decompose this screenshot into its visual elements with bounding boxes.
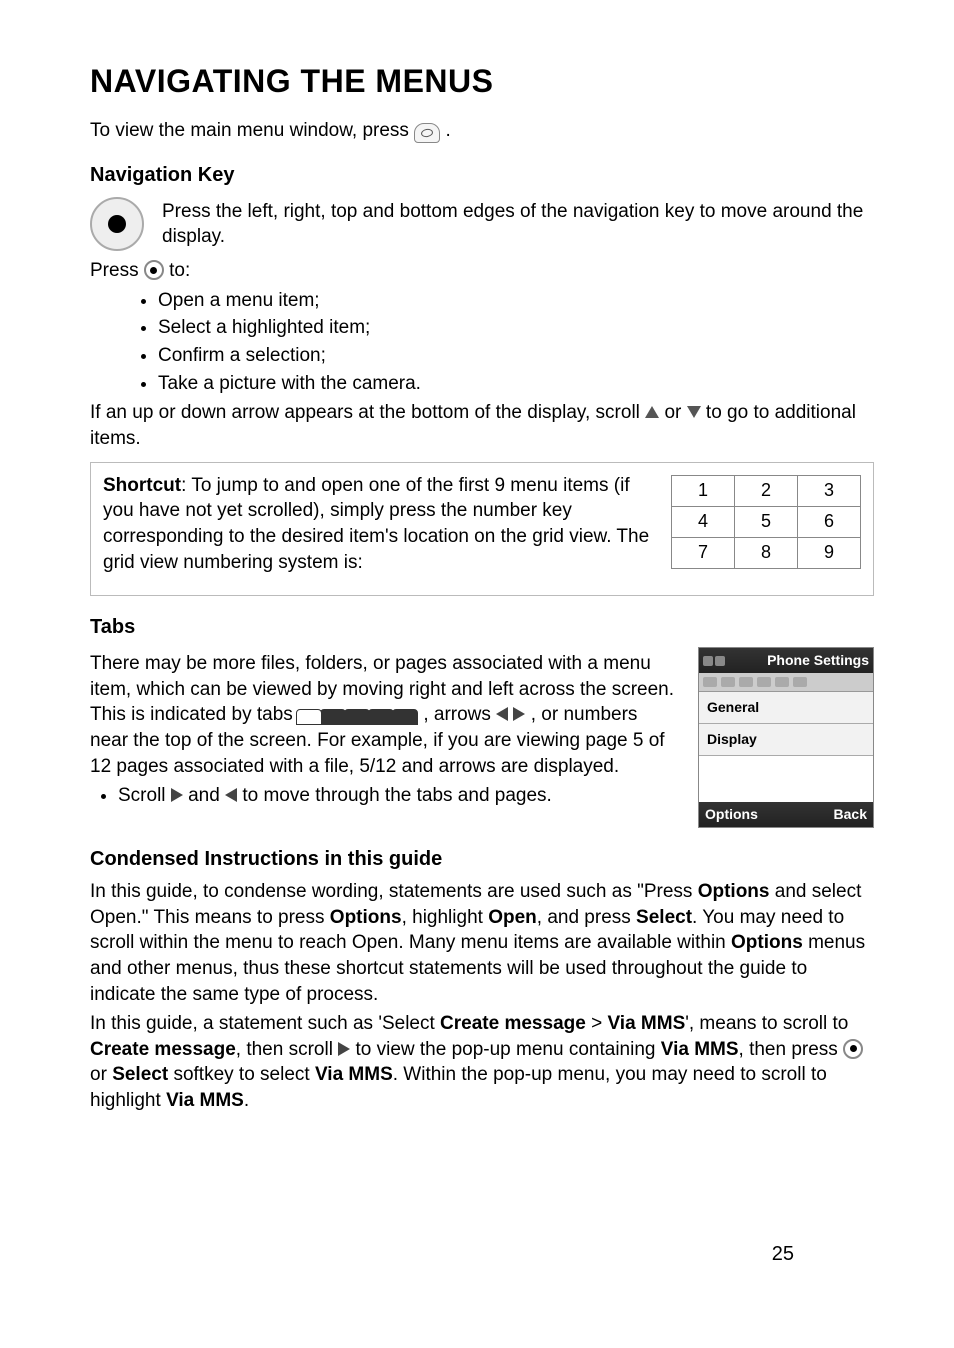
tabs-paragraph: There may be more files, folders, or pag… xyxy=(90,651,680,779)
arrow-down-icon xyxy=(687,406,701,418)
intro-text-b: . xyxy=(446,120,451,141)
cond-text: > xyxy=(586,1013,608,1034)
press-to-line: Press to: xyxy=(90,258,874,284)
tabs-text-b: , arrows xyxy=(423,704,496,725)
press-to-a: Press xyxy=(90,260,144,281)
shortcut-box: Shortcut: To jump to and open one of the… xyxy=(90,462,874,597)
cond-text: or xyxy=(90,1064,112,1085)
bold-via-mms: Via MMS xyxy=(607,1013,685,1034)
grid-cell: 8 xyxy=(735,537,798,568)
bold-options: Options xyxy=(330,907,402,928)
cond-text: ', means to scroll to xyxy=(685,1013,848,1034)
arrow-paragraph: If an up or down arrow appears at the bo… xyxy=(90,400,874,451)
arrow-up-icon xyxy=(645,406,659,418)
list-item: Take a picture with the camera. xyxy=(158,371,874,397)
bold-open: Open xyxy=(488,907,537,928)
grid-cell: 7 xyxy=(672,537,735,568)
list-item: Confirm a selection; xyxy=(158,343,874,369)
tabs-scroll-c: to move through the tabs and pages. xyxy=(242,785,552,806)
nav-key-paragraph: Press the left, right, top and bottom ed… xyxy=(162,199,874,250)
list-item: Open a menu item; xyxy=(158,288,874,314)
grid-cell: 2 xyxy=(735,475,798,506)
bold-options: Options xyxy=(731,932,803,953)
intro-text-a: To view the main menu window, press xyxy=(90,120,414,141)
intro-line: To view the main menu window, press . xyxy=(90,118,874,144)
arrows-text-b: or xyxy=(664,402,686,423)
cond-text: , highlight xyxy=(402,907,489,928)
cond-text: , then scroll xyxy=(236,1039,338,1060)
heading-condensed: Condensed Instructions in this guide xyxy=(90,846,874,873)
phone-item-general: General xyxy=(699,692,873,724)
phone-softkey-back: Back xyxy=(834,805,867,824)
arrow-right-icon xyxy=(171,788,183,802)
bold-via-mms: Via MMS xyxy=(166,1090,244,1111)
status-icons xyxy=(703,656,725,666)
arrows-text-a: If an up or down arrow appears at the bo… xyxy=(90,402,645,423)
list-item: Select a highlighted item; xyxy=(158,315,874,341)
grid-cell: 6 xyxy=(798,506,861,537)
press-to-b: to: xyxy=(169,260,190,281)
shortcut-body-inline: : To jump to and open one of the first 9… xyxy=(103,475,649,573)
grid-cell: 1 xyxy=(672,475,735,506)
shortcut-label: Shortcut xyxy=(103,475,181,496)
grid-numbering-table: 123 456 789 xyxy=(671,475,861,569)
arrow-left-icon xyxy=(225,788,237,802)
center-key-icon xyxy=(144,260,164,280)
bold-via-mms: Via MMS xyxy=(315,1064,393,1085)
tabs-scroll-a: Scroll xyxy=(118,785,171,806)
bold-options: Options xyxy=(698,881,770,902)
tab-strip-icon xyxy=(298,709,418,725)
dpad-icon xyxy=(90,197,144,251)
cond-text: In this guide, a statement such as 'Sele… xyxy=(90,1013,440,1034)
phone-screenshot: Phone Settings General Display Options B… xyxy=(698,647,874,828)
arrow-left-icon xyxy=(496,707,508,721)
cond-text: , then press xyxy=(739,1039,844,1060)
bold-select: Select xyxy=(636,907,692,928)
condensed-paragraph-2: In this guide, a statement such as 'Sele… xyxy=(90,1011,874,1114)
heading-navigation-key: Navigation Key xyxy=(90,162,874,189)
cond-text: softkey to select xyxy=(168,1064,315,1085)
grid-cell: 3 xyxy=(798,475,861,506)
tabs-scroll-line: Scroll and to move through the tabs and … xyxy=(118,783,680,809)
arrow-right-icon xyxy=(513,707,525,721)
page-title: NAVIGATING THE MENUS xyxy=(90,60,874,103)
condensed-paragraph-1: In this guide, to condense wording, stat… xyxy=(90,879,874,1007)
cond-text: to view the pop-up menu containing xyxy=(355,1039,660,1060)
grid-cell: 9 xyxy=(798,537,861,568)
cond-text: . xyxy=(244,1090,249,1111)
menu-key-icon xyxy=(414,123,440,143)
press-to-list: Open a menu item; Select a highlighted i… xyxy=(90,288,874,397)
phone-tab-bar xyxy=(699,673,873,692)
phone-softkey-options: Options xyxy=(705,805,758,824)
phone-title: Phone Settings xyxy=(767,651,869,670)
grid-cell: 5 xyxy=(735,506,798,537)
bold-select: Select xyxy=(112,1064,168,1085)
grid-cell: 4 xyxy=(672,506,735,537)
heading-tabs: Tabs xyxy=(90,614,874,641)
cond-text: In this guide, to condense wording, stat… xyxy=(90,881,698,902)
cond-text: , and press xyxy=(537,907,636,928)
bold-via-mms: Via MMS xyxy=(661,1039,739,1060)
center-key-icon xyxy=(843,1039,863,1059)
tabs-scroll-b: and xyxy=(188,785,225,806)
page-number: 25 xyxy=(772,1241,794,1268)
phone-item-display: Display xyxy=(699,724,873,756)
bold-create-message: Create message xyxy=(90,1039,236,1060)
bold-create-message: Create message xyxy=(440,1013,586,1034)
arrow-right-icon xyxy=(338,1042,350,1056)
